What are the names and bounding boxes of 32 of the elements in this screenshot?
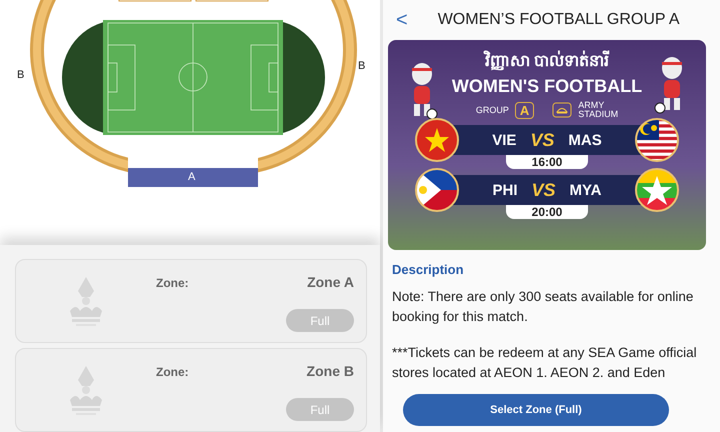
description-text: ***Tickets can be redeem at any SEA Game official stores located at AEON 1. AEON 2. and Eden — [392, 344, 698, 382]
team-code: VIE — [492, 132, 516, 148]
venue-text: STADIUM — [578, 110, 618, 119]
flag-icon — [415, 118, 459, 162]
flag-icon — [634, 118, 679, 162]
description-text: Note: There are only 300 seats available for online booking for this match. — [392, 288, 694, 326]
page-title: WOMEN’S FOOTBALL GROUP A — [438, 11, 680, 29]
team-code: PHI — [492, 182, 518, 198]
stadium-icon — [552, 102, 572, 118]
zone-caption: Zone: — [156, 365, 189, 379]
group-letter: A — [514, 102, 534, 118]
zone-label: B — [17, 69, 24, 81]
flag-icon — [415, 168, 459, 212]
group-caption: GROUP — [476, 105, 509, 115]
match-time: 16:00 — [506, 155, 588, 169]
team-code: MAS — [568, 132, 602, 148]
zone-label: A — [188, 171, 196, 183]
zone-label: B — [358, 60, 366, 72]
team-code: MYA — [570, 182, 602, 198]
versus-text: VS — [530, 130, 554, 150]
section-heading: Description — [392, 262, 465, 277]
zone-caption: Zone: — [156, 276, 189, 290]
venue-text: ARMY — [578, 101, 606, 110]
banner-title: WOMEN'S FOOTBALL — [452, 76, 642, 97]
banner-khmer-title: វិញ្ញាសា បាល់ទាត់នារី — [484, 50, 610, 74]
versus-text: VS — [532, 180, 556, 200]
zone-name: Zone A — [307, 274, 354, 290]
match-time: 20:00 — [506, 205, 588, 219]
flag-icon — [635, 168, 679, 212]
back-button[interactable]: < — [388, 8, 416, 32]
select-zone-button[interactable]: Select Zone (Full) — [403, 394, 669, 426]
zone-name: Zone B — [306, 363, 354, 379]
